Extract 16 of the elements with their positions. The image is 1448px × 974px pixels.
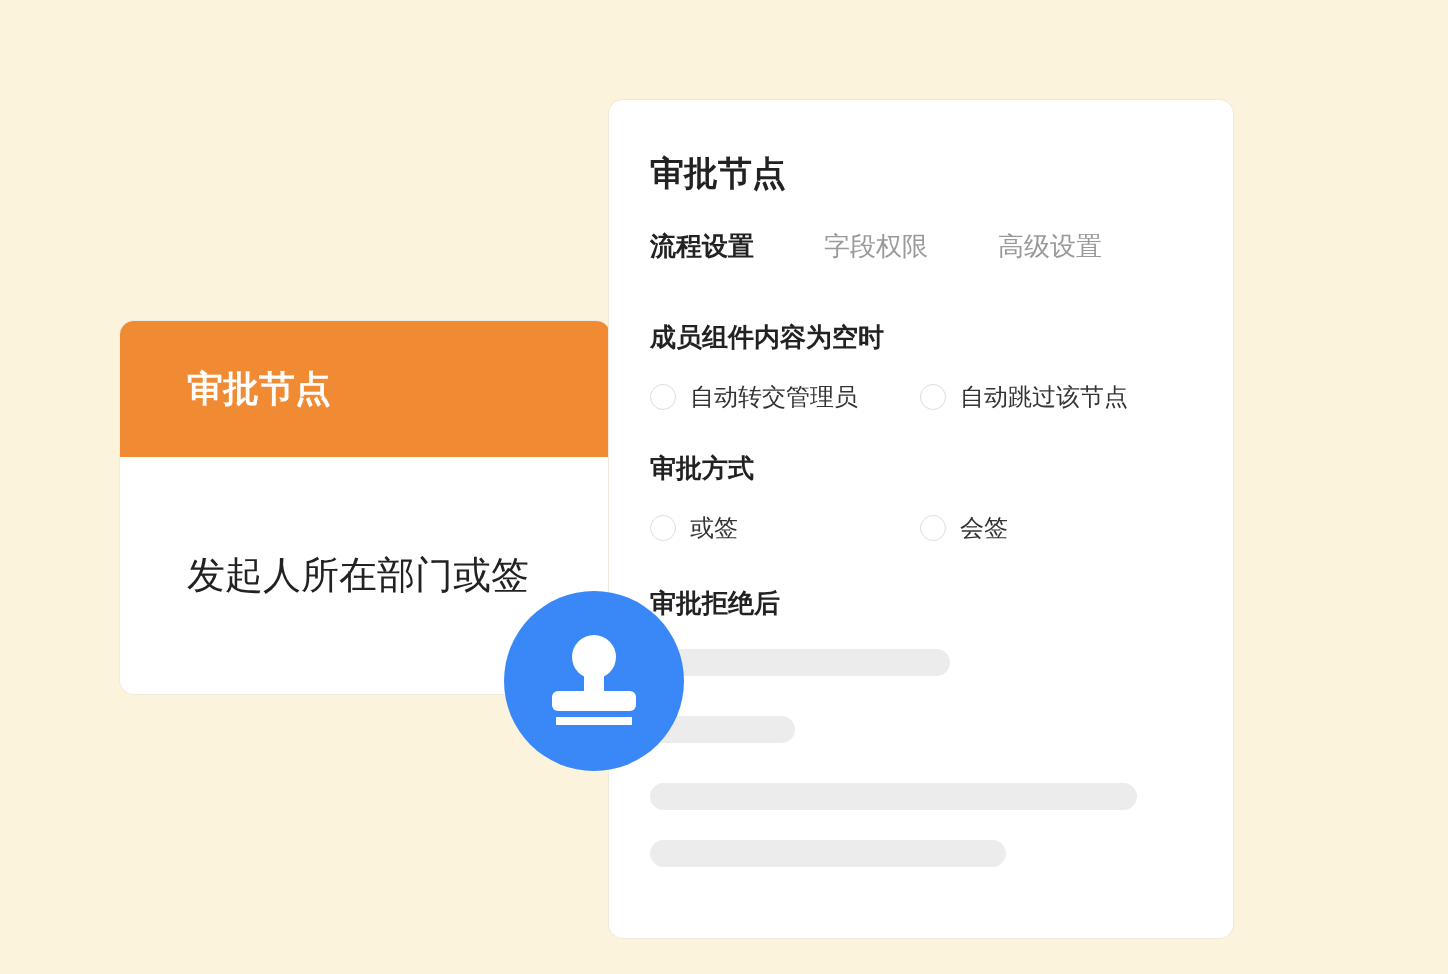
card-title: 审批节点 — [187, 367, 331, 411]
panel-title: 审批节点 — [650, 152, 787, 195]
radio-button[interactable] — [650, 515, 676, 541]
radio-button[interactable] — [920, 515, 946, 541]
tab[interactable]: 流程设置 — [650, 228, 754, 264]
radio-option[interactable]: 或签 — [650, 510, 738, 546]
radio-button[interactable] — [650, 384, 676, 410]
section-heading: 成员组件内容为空时 — [650, 321, 885, 354]
radio-button[interactable] — [920, 384, 946, 410]
stamp-icon — [552, 635, 636, 727]
radio-option[interactable]: 会签 — [920, 510, 1008, 546]
section-heading: 审批方式 — [650, 452, 755, 485]
radio-option[interactable]: 自动跳过该节点 — [920, 379, 1128, 415]
radio-option[interactable]: 自动转交管理员 — [650, 379, 858, 415]
section-heading: 审批拒绝后 — [650, 587, 781, 620]
card-description: 发起人所在部门或签 — [187, 552, 529, 599]
